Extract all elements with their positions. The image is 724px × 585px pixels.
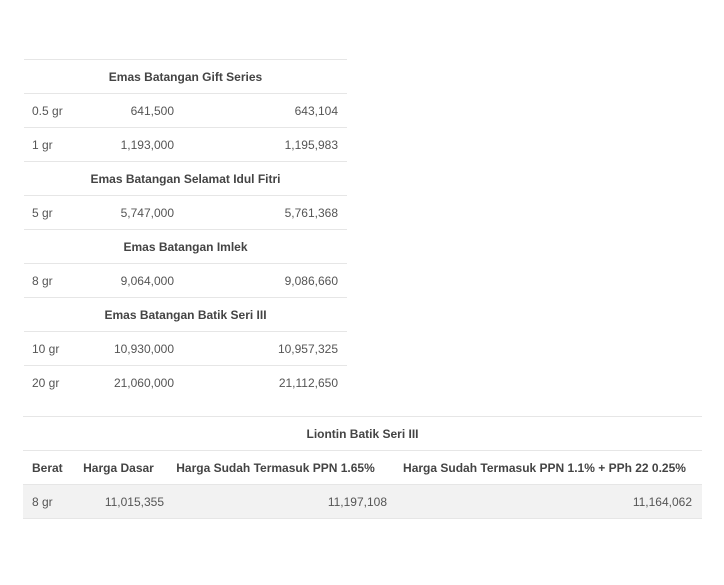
section-title-row: Liontin Batik Seri III xyxy=(23,416,702,451)
header-row: Berat Harga Dasar Harga Sudah Termasuk P… xyxy=(23,450,702,485)
base-price-cell: 21,060,000 xyxy=(102,365,174,399)
price-ppn-cell: 11,197,108 xyxy=(164,484,387,519)
section-title-row: Emas Batangan Batik Seri III xyxy=(24,297,347,332)
section-title: Emas Batangan Imlek xyxy=(24,229,347,264)
table-row: 8 gr 9,064,000 9,086,660 xyxy=(24,263,347,298)
column-header-weight: Berat xyxy=(23,450,73,485)
section-title-row: Emas Batangan Gift Series xyxy=(24,59,347,94)
base-price-cell: 1,193,000 xyxy=(102,127,174,162)
base-price-cell: 11,015,355 xyxy=(73,484,164,519)
weight-cell: 5 gr xyxy=(24,195,102,230)
weight-cell: 0.5 gr xyxy=(24,93,102,128)
price-incl-tax-cell: 1,195,983 xyxy=(174,127,347,162)
base-price-cell: 9,064,000 xyxy=(102,263,174,298)
price-incl-tax-cell: 21,112,650 xyxy=(174,365,347,399)
column-header-price-ppn: Harga Sudah Termasuk PPN 1.65% xyxy=(164,450,387,485)
column-header-base-price: Harga Dasar xyxy=(73,450,164,485)
table-row: 1 gr 1,193,000 1,195,983 xyxy=(24,127,347,162)
base-price-cell: 10,930,000 xyxy=(102,331,174,366)
section-title-row: Emas Batangan Selamat Idul Fitri xyxy=(24,161,347,196)
weight-cell: 8 gr xyxy=(24,263,102,298)
column-header-price-ppn-pph: Harga Sudah Termasuk PPN 1.1% + PPh 22 0… xyxy=(387,450,702,485)
section-title: Liontin Batik Seri III xyxy=(23,416,702,451)
weight-cell: 8 gr xyxy=(23,484,73,519)
weight-cell: 20 gr xyxy=(24,365,102,399)
price-ppn-pph-cell: 11,164,062 xyxy=(387,484,702,519)
base-price-cell: 5,747,000 xyxy=(102,195,174,230)
price-incl-tax-cell: 9,086,660 xyxy=(174,263,347,298)
table-row: 20 gr 21,060,000 21,112,650 xyxy=(24,365,347,399)
base-price-cell: 641,500 xyxy=(102,93,174,128)
gold-bar-price-table: Emas Batangan Gift Series 0.5 gr 641,500… xyxy=(24,59,347,399)
price-incl-tax-cell: 10,957,325 xyxy=(174,331,347,366)
section-title: Emas Batangan Batik Seri III xyxy=(24,297,347,332)
weight-cell: 1 gr xyxy=(24,127,102,162)
section-title: Emas Batangan Selamat Idul Fitri xyxy=(24,161,347,196)
section-title: Emas Batangan Gift Series xyxy=(24,59,347,94)
table-row: 8 gr 11,015,355 11,197,108 11,164,062 xyxy=(23,484,702,519)
pendant-price-table: Liontin Batik Seri III Berat Harga Dasar… xyxy=(23,416,702,519)
table-row: 10 gr 10,930,000 10,957,325 xyxy=(24,331,347,366)
section-title-row: Emas Batangan Imlek xyxy=(24,229,347,264)
table-row: 5 gr 5,747,000 5,761,368 xyxy=(24,195,347,230)
price-incl-tax-cell: 5,761,368 xyxy=(174,195,347,230)
weight-cell: 10 gr xyxy=(24,331,102,366)
table-row: 0.5 gr 641,500 643,104 xyxy=(24,93,347,128)
price-incl-tax-cell: 643,104 xyxy=(174,93,347,128)
